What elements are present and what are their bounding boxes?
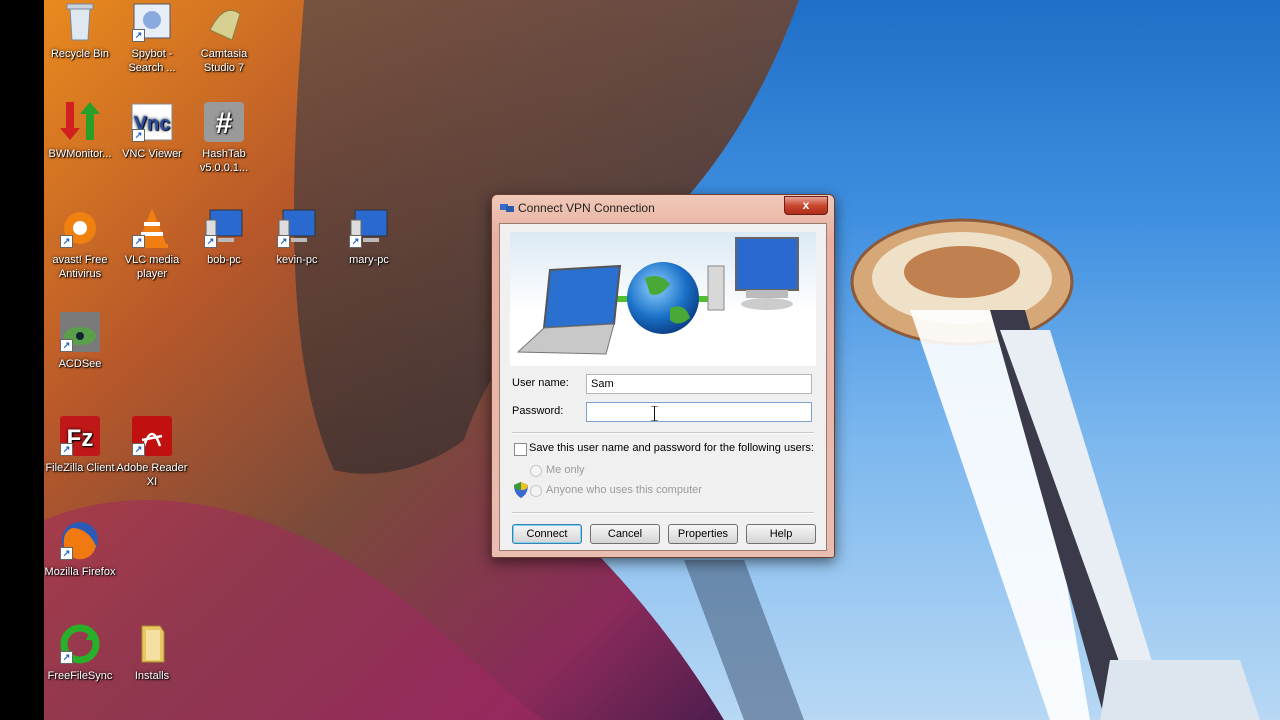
desktop-icon-freefilesync[interactable]: ↗ FreeFileSync — [44, 622, 116, 683]
shortcut-arrow-icon: ↗ — [132, 443, 145, 456]
vpn-connection-icon — [500, 204, 514, 212]
desktop-icon-installs[interactable]: Installs — [116, 622, 188, 683]
hashtab-icon: # — [202, 100, 246, 144]
uac-shield-icon — [514, 482, 528, 498]
properties-button[interactable]: Properties — [668, 524, 738, 544]
desktop-icon-label: FreeFileSync — [47, 670, 113, 682]
computer-icon: ↗ — [202, 206, 246, 250]
dialog-title: Connect VPN Connection — [518, 201, 655, 215]
vlc-icon: ↗ — [130, 206, 174, 250]
svg-text:#: # — [216, 107, 233, 140]
desktop-icon-acdsee[interactable]: ↗ ACDSee — [44, 310, 116, 371]
desktop-icon-label: Spybot - Search ... — [128, 48, 176, 74]
desktop-icon-label: kevin-pc — [276, 254, 318, 266]
radio-anyone-label: Anyone who uses this computer — [546, 484, 702, 496]
desktop-icon-kevin-pc[interactable]: ↗ kevin-pc — [261, 206, 333, 267]
desktop-icon-label: Installs — [134, 670, 170, 682]
username-input[interactable]: Sam — [586, 374, 812, 394]
desktop-icon-firefox[interactable]: ↗ Mozilla Firefox — [44, 518, 116, 579]
desktop-icon-vnc[interactable]: Vnc ↗ VNC Viewer — [116, 100, 188, 161]
folder-icon — [130, 622, 174, 666]
connect-button[interactable]: Connect — [512, 524, 582, 544]
save-credentials-checkbox[interactable] — [514, 443, 527, 456]
desktop-icon-label: avast! Free Antivirus — [52, 254, 108, 280]
password-input[interactable] — [586, 402, 812, 422]
desktop: Recycle Bin ↗ Spybot - Search ... Camtas… — [0, 0, 1280, 720]
radio-anyone[interactable] — [530, 485, 542, 497]
desktop-icon-spybot[interactable]: ↗ Spybot - Search ... — [116, 0, 188, 75]
filezilla-icon: Fz ↗ — [58, 414, 102, 458]
desktop-icon-recycle-bin[interactable]: Recycle Bin — [44, 0, 116, 61]
desktop-icon-hashtab[interactable]: # HashTab v5.0.0.1... — [188, 100, 260, 175]
desktop-icon-adobe[interactable]: ↗ Adobe Reader XI — [116, 414, 188, 489]
vpn-connect-dialog: Connect VPN Connection x User name: Sam … — [491, 194, 835, 558]
shortcut-arrow-icon: ↗ — [132, 235, 145, 248]
spybot-icon: ↗ — [130, 0, 174, 44]
left-black-strip — [0, 0, 44, 720]
desktop-icon-label: Mozilla Firefox — [44, 566, 116, 578]
radio-me-only-label: Me only — [546, 464, 585, 476]
camtasia-icon — [202, 0, 246, 44]
desktop-icon-avast[interactable]: ↗ avast! Free Antivirus — [44, 206, 116, 281]
desktop-icon-label: ACDSee — [58, 358, 102, 370]
freefilesync-icon: ↗ — [58, 622, 102, 666]
firefox-icon: ↗ — [58, 518, 102, 562]
help-button[interactable]: Help — [746, 524, 816, 544]
desktop-icon-label: BWMonitor... — [48, 148, 112, 160]
desktop-icon-label: Camtasia Studio 7 — [200, 48, 248, 74]
shortcut-arrow-icon: ↗ — [60, 235, 73, 248]
shortcut-arrow-icon: ↗ — [60, 651, 73, 664]
desktop-icon-label: Adobe Reader XI — [116, 462, 188, 488]
desktop-icon-label: HashTab v5.0.0.1... — [199, 148, 249, 174]
desktop-icon-label: bob-pc — [207, 254, 241, 266]
save-credentials-label: Save this user name and password for the… — [529, 442, 814, 454]
vpn-network-banner-image — [510, 232, 816, 366]
desktop-icon-vlc[interactable]: ↗ VLC media player — [116, 206, 188, 281]
separator — [512, 512, 814, 514]
desktop-icon-label: FileZilla Client — [45, 462, 115, 474]
shortcut-arrow-icon: ↗ — [60, 443, 73, 456]
bandwidth-monitor-icon — [58, 100, 102, 144]
vnc-icon: Vnc ↗ — [130, 100, 174, 144]
desktop-icon-label: VNC Viewer — [122, 148, 182, 160]
desktop-icon-label: Recycle Bin — [50, 48, 110, 60]
avast-icon: ↗ — [58, 206, 102, 250]
username-label: User name: — [512, 377, 569, 389]
password-label: Password: — [512, 405, 564, 417]
shortcut-arrow-icon: ↗ — [277, 235, 290, 248]
desktop-icon-bwmonitor[interactable]: BWMonitor... — [44, 100, 116, 161]
shortcut-arrow-icon: ↗ — [60, 339, 73, 352]
desktop-icon-bob-pc[interactable]: ↗ bob-pc — [188, 206, 260, 267]
cancel-button[interactable]: Cancel — [590, 524, 660, 544]
desktop-icon-mary-pc[interactable]: ↗ mary-pc — [333, 206, 405, 267]
shortcut-arrow-icon: ↗ — [132, 29, 145, 42]
recycle-bin-icon — [58, 0, 102, 44]
dialog-client-area: User name: Sam Password: Save this user … — [499, 223, 827, 551]
space-needle-wallpaper — [850, 218, 1260, 720]
shortcut-arrow-icon: ↗ — [60, 547, 73, 560]
radio-me-only[interactable] — [530, 465, 542, 477]
desktop-icon-camtasia[interactable]: Camtasia Studio 7 — [188, 0, 260, 75]
close-button[interactable]: x — [784, 196, 828, 215]
acdsee-icon: ↗ — [58, 310, 102, 354]
text-cursor-icon — [651, 405, 658, 422]
shortcut-arrow-icon: ↗ — [204, 235, 217, 248]
shortcut-arrow-icon: ↗ — [349, 235, 362, 248]
dialog-title-bar[interactable]: Connect VPN Connection x — [492, 195, 834, 221]
computer-icon: ↗ — [347, 206, 391, 250]
adobe-reader-icon: ↗ — [130, 414, 174, 458]
separator — [512, 432, 814, 434]
shortcut-arrow-icon: ↗ — [132, 129, 145, 142]
desktop-icon-filezilla[interactable]: Fz ↗ FileZilla Client — [44, 414, 116, 475]
computer-icon: ↗ — [275, 206, 319, 250]
desktop-icon-label: VLC media player — [124, 254, 180, 280]
desktop-icon-label: mary-pc — [349, 254, 389, 266]
